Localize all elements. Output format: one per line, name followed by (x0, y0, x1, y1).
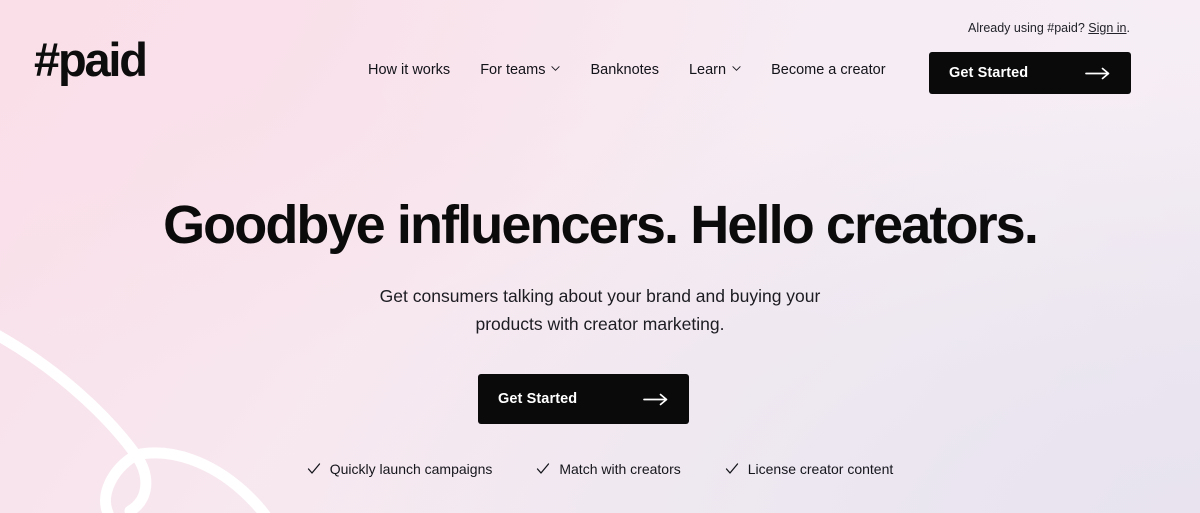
arrow-right-icon (643, 393, 669, 406)
feature-item: Match with creators (536, 461, 681, 477)
page-title: Goodbye influencers. Hello creators. (163, 195, 1039, 255)
feature-label: License creator content (747, 461, 894, 477)
feature-list: Quickly launch campaigns Match with crea… (0, 461, 1200, 477)
check-icon (725, 462, 739, 476)
feature-item: License creator content (725, 461, 894, 477)
feature-item: Quickly launch campaigns (307, 461, 493, 477)
hero-get-started-label: Get Started (498, 391, 578, 407)
feature-label: Quickly launch campaigns (329, 461, 493, 477)
landing-page: #paid How it works For teams Banknotes L… (0, 0, 1200, 513)
feature-label: Match with creators (559, 461, 681, 477)
check-icon (307, 462, 321, 476)
hero-section: Goodbye influencers. Hello creators. Get… (0, 0, 1200, 513)
hero-subheadline: Get consumers talking about your brand a… (379, 286, 821, 334)
check-icon (536, 462, 550, 476)
hero-get-started-button[interactable]: Get Started (478, 374, 689, 424)
